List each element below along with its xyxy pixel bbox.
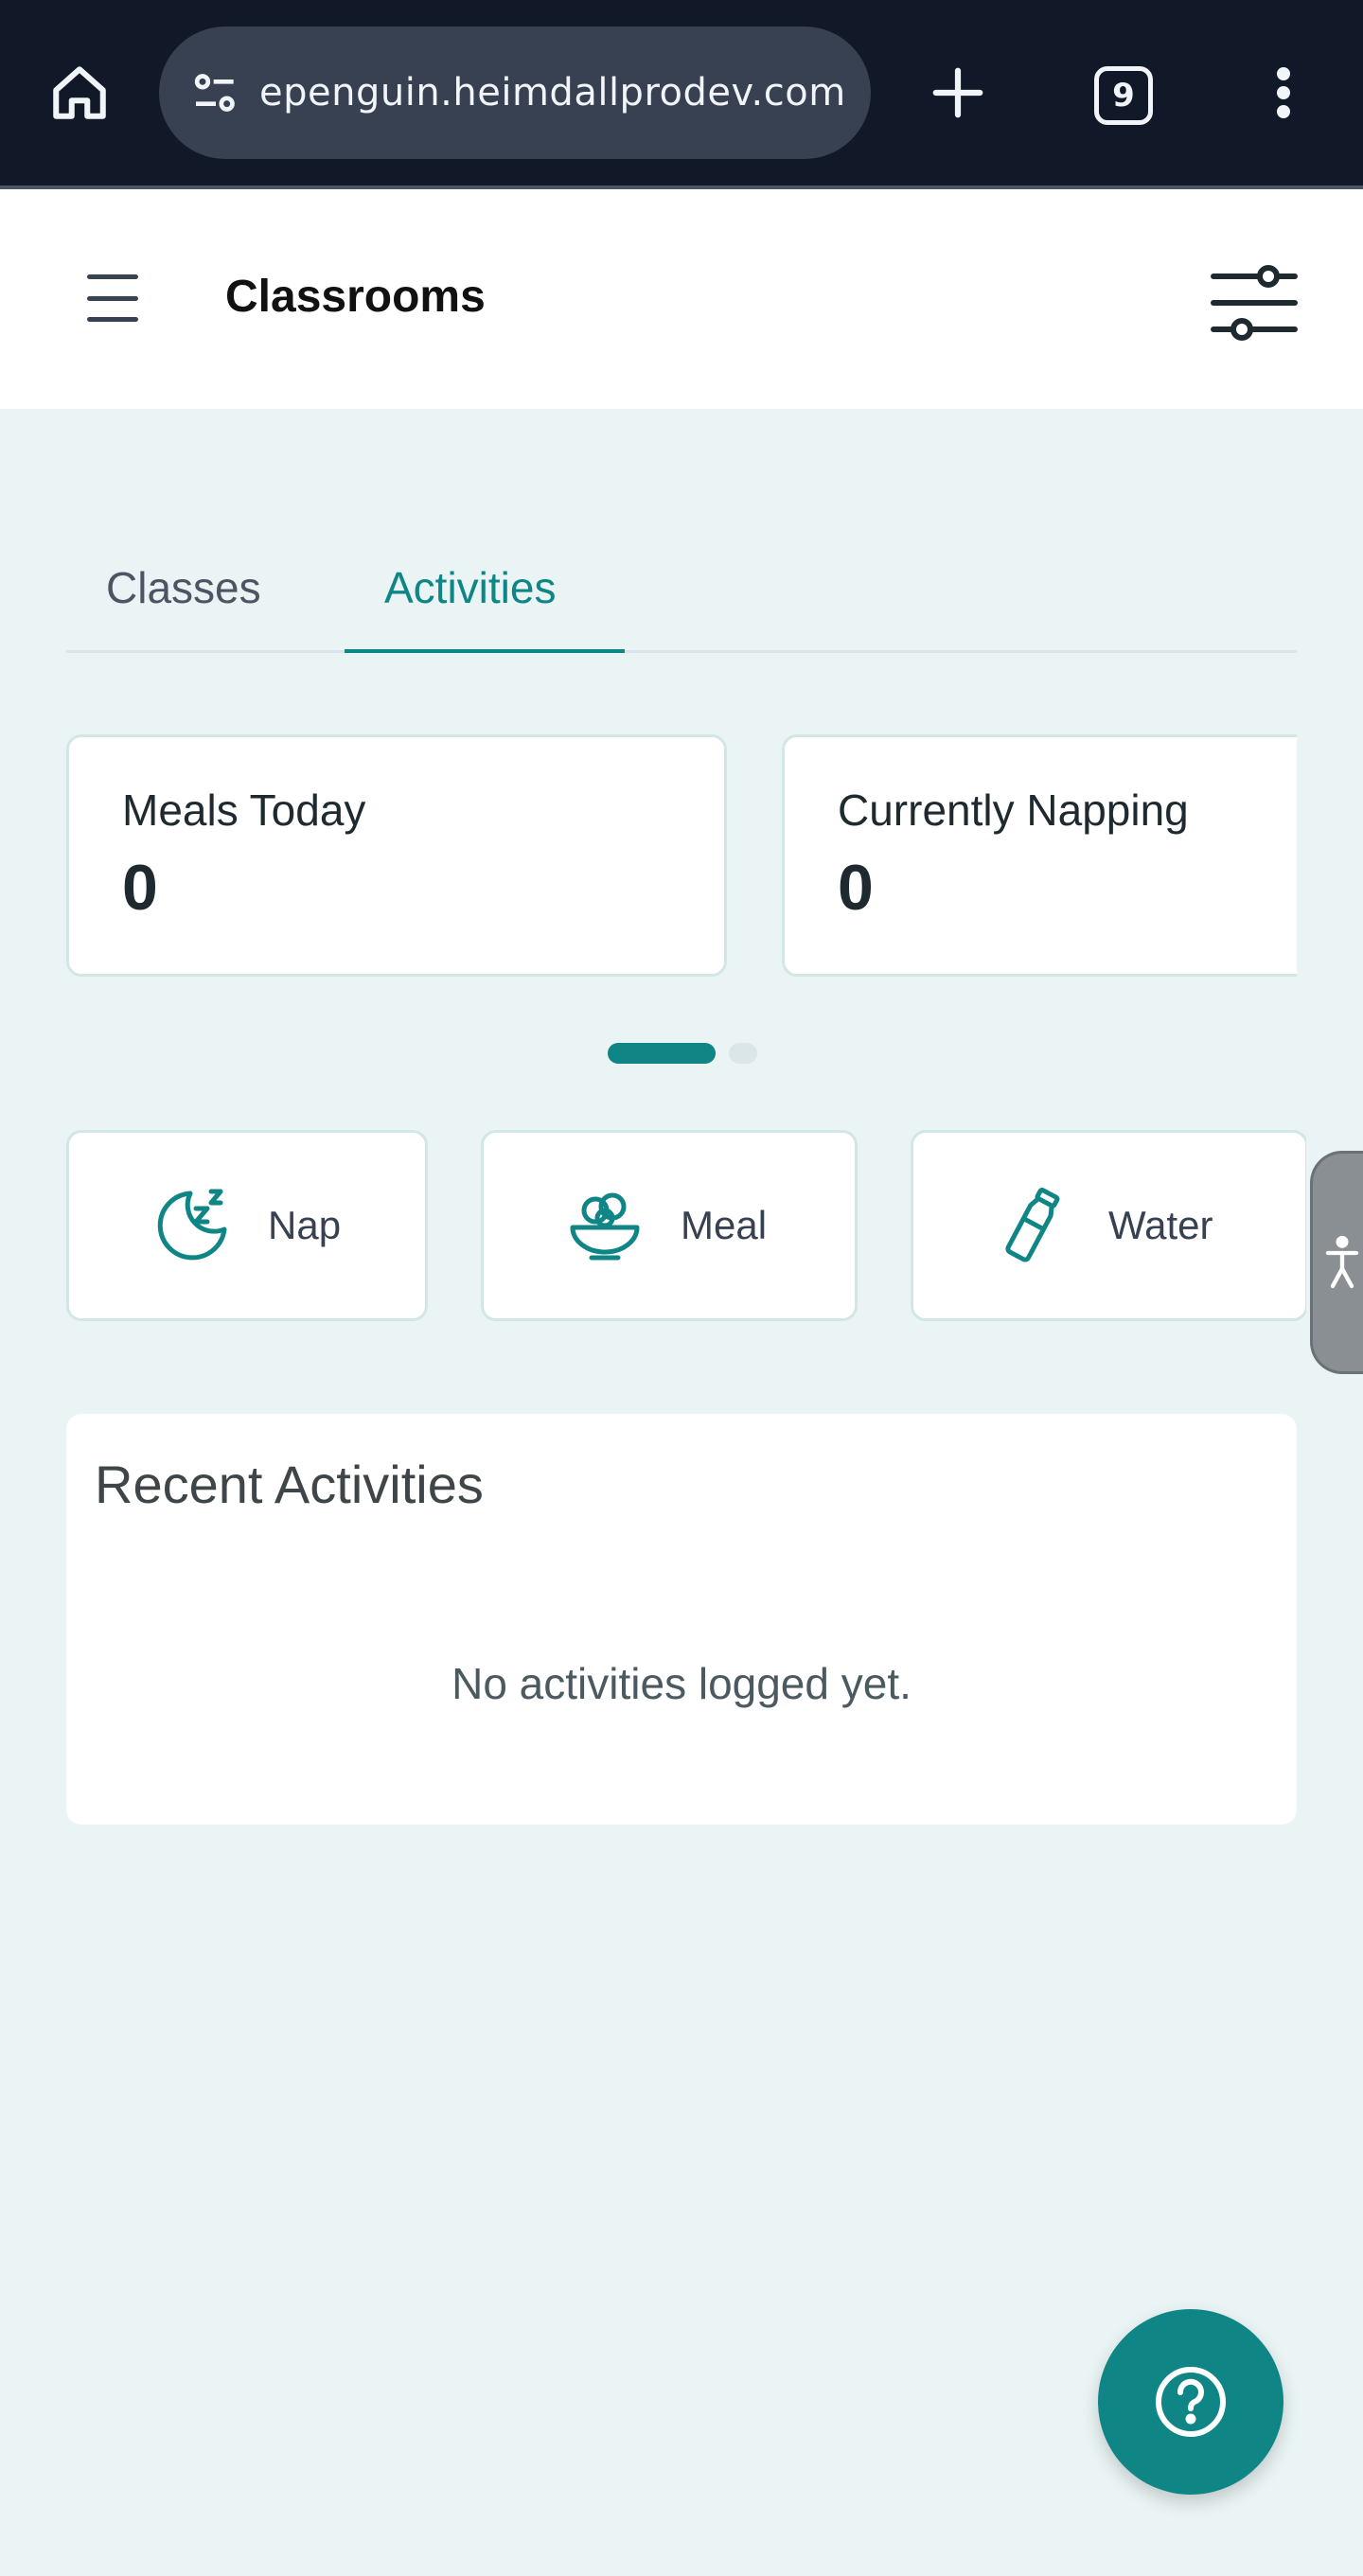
site-settings-icon[interactable] <box>186 62 246 123</box>
tab-switcher-button[interactable]: 9 <box>1094 66 1153 125</box>
page-title: Classrooms <box>225 272 486 322</box>
recent-activities-panel: Recent Activities No activities logged y… <box>66 1414 1297 1825</box>
stat-value: 0 <box>122 852 158 924</box>
moon-zzz-icon <box>157 1189 227 1261</box>
hamburger-menu-icon[interactable] <box>80 269 146 327</box>
browser-toolbar: epenguin.heimdallprodev.com 9 <box>0 0 1363 185</box>
url-text: epenguin.heimdallprodev.com <box>259 71 846 115</box>
address-bar[interactable]: epenguin.heimdallprodev.com <box>159 26 871 159</box>
water-bottle-icon <box>1005 1187 1060 1262</box>
water-button[interactable]: Water <box>911 1130 1306 1321</box>
new-tab-icon[interactable] <box>920 55 996 131</box>
stats-carousel[interactable]: Meals Today 0 Currently Napping 0 <box>66 734 1297 979</box>
browser-menu-icon[interactable] <box>1265 55 1302 131</box>
section-heading: Recent Activities <box>95 1455 484 1514</box>
tab-classes[interactable]: Classes <box>106 562 261 613</box>
quick-actions: Nap Meal Water <box>66 1130 1306 1323</box>
accessibility-widget-button[interactable] <box>1310 1151 1363 1374</box>
stat-card-meals-today: Meals Today 0 <box>66 734 727 977</box>
meal-button[interactable]: Meal <box>481 1130 858 1321</box>
tab-bar: Classes Activities <box>66 530 1297 653</box>
empty-state-message: No activities logged yet. <box>451 1659 912 1708</box>
nap-button[interactable]: Nap <box>66 1130 428 1321</box>
home-icon[interactable] <box>42 55 117 131</box>
active-tab-indicator <box>345 649 625 653</box>
app-header: Classrooms <box>0 189 1363 409</box>
stat-label: Meals Today <box>122 785 366 835</box>
filter-sliders-icon[interactable] <box>1210 263 1299 343</box>
question-icon <box>1156 2367 1226 2437</box>
meal-label: Meal <box>681 1203 768 1247</box>
help-button[interactable] <box>1098 2309 1283 2495</box>
accessibility-icon <box>1325 1235 1358 1289</box>
tab-activities[interactable]: Activities <box>384 562 556 613</box>
pagination-dot[interactable] <box>729 1043 757 1064</box>
food-bowl-icon <box>570 1192 640 1261</box>
carousel-pagination <box>608 1043 757 1064</box>
water-label: Water <box>1108 1203 1213 1247</box>
stat-label: Currently Napping <box>838 785 1189 835</box>
stat-value: 0 <box>838 852 874 924</box>
pagination-dot-active[interactable] <box>608 1043 716 1064</box>
stat-card-currently-napping: Currently Napping 0 <box>782 734 1297 977</box>
nap-label: Nap <box>268 1203 342 1247</box>
